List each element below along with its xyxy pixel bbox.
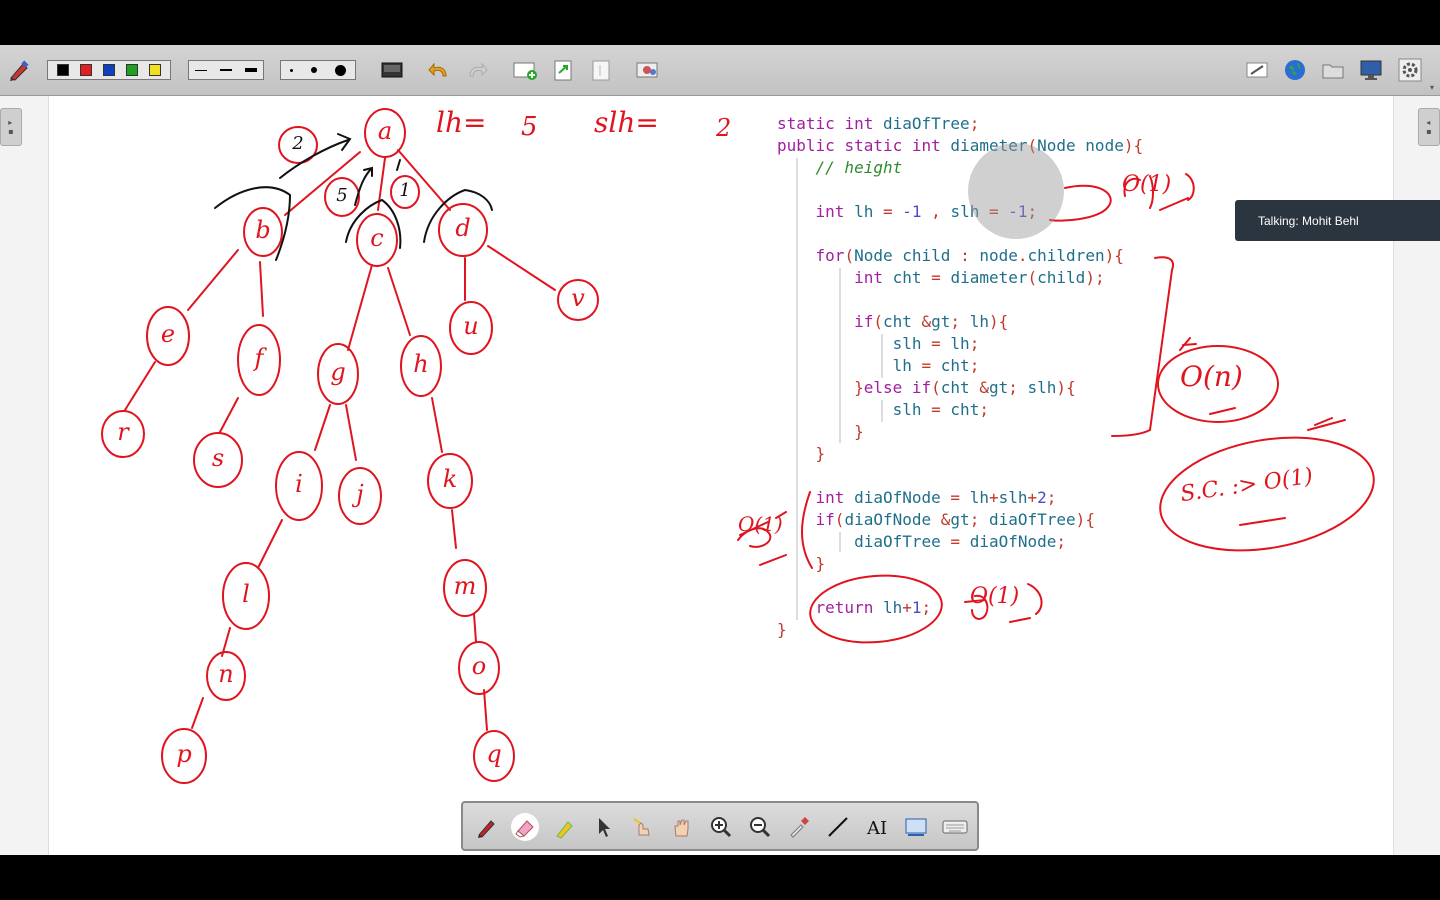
o1-annotation-left: O(1) <box>738 512 783 536</box>
lh-label: lh= <box>436 106 487 139</box>
tree-node-i: i <box>295 470 303 498</box>
tree-node-n: n <box>218 660 234 688</box>
tree-node-c: c <box>370 224 384 252</box>
code-line: // height <box>777 158 903 177</box>
hand-icon[interactable] <box>668 813 696 841</box>
highlighter-icon[interactable] <box>551 813 579 841</box>
bottom-black-bar <box>0 855 1440 900</box>
tree-edge-label: 1 <box>399 180 411 201</box>
eraser-icon[interactable] <box>511 813 539 841</box>
tree-node-g: g <box>330 358 346 386</box>
code-line: lh = cht; <box>892 356 980 375</box>
tree-node-q: q <box>486 740 502 768</box>
code-line: }else if(cht &gt; slh){ <box>854 378 1076 397</box>
slh-value: 2 <box>716 114 732 142</box>
zoom-out-icon[interactable] <box>746 813 774 841</box>
code-line: return lh+1; <box>815 598 932 617</box>
cursor-spotlight <box>968 143 1064 239</box>
code-line: static int diaOfTree; <box>777 114 980 133</box>
tree-node-v: v <box>571 284 585 312</box>
code-line: for(Node child : node.children){ <box>815 246 1124 265</box>
code-line: diaOfTree = diaOfNode; <box>854 532 1067 551</box>
slh-label: slh= <box>594 106 659 139</box>
code-line: int lh = -1 , slh = -1; <box>815 202 1038 221</box>
eyedropper-icon[interactable] <box>785 813 813 841</box>
tree-node-u: u <box>463 312 479 340</box>
text-icon[interactable]: AI <box>863 813 891 841</box>
code-line: int cht = diameter(child); <box>854 268 1105 287</box>
o1-annotation-top: O(1) <box>1122 172 1172 197</box>
code-line: if(cht &gt; lh){ <box>854 312 1009 331</box>
lh-value: 5 <box>521 112 538 142</box>
tree-node-r: r <box>117 418 129 446</box>
zoom-in-icon[interactable] <box>707 813 735 841</box>
line-icon[interactable] <box>824 813 852 841</box>
svg-text:AI: AI <box>866 818 887 839</box>
code-line: int diaOfNode = lh+slh+2; <box>815 488 1057 507</box>
tree-node-m: m <box>453 572 477 600</box>
code-line: } <box>777 620 787 639</box>
tree-node-o: o <box>471 652 487 680</box>
pointer-icon[interactable] <box>590 813 618 841</box>
tree-edge-label: 5 <box>336 185 348 206</box>
tree-node-e: e <box>160 320 176 348</box>
code-line: slh = cht; <box>892 400 989 419</box>
tree-node-a: a <box>377 117 393 145</box>
o1-annotation-return: O(1) <box>970 584 1020 609</box>
tree-node-h: h <box>413 350 429 378</box>
tree-node-k: k <box>442 465 458 493</box>
tree-node-p: p <box>176 740 192 768</box>
spotlight-icon[interactable] <box>629 813 657 841</box>
tree-node-f: f <box>254 344 264 372</box>
code-line: slh = lh; <box>892 334 980 353</box>
screenshot-icon[interactable] <box>902 813 930 841</box>
talking-indicator: Talking: Mohit Behl <box>1235 200 1440 241</box>
keyboard-icon[interactable] <box>941 813 969 841</box>
code-line: } <box>854 422 864 441</box>
tree-node-d: d <box>455 214 471 242</box>
code-block: static int diaOfTree; public static int d… <box>777 113 1143 641</box>
bottom-toolbar: AI <box>461 801 979 851</box>
on-annotation: O(n) <box>1180 360 1243 393</box>
code-line: public static int diameter(Node node){ <box>777 136 1144 155</box>
tree-edge-label: 2 <box>292 133 304 154</box>
code-line: } <box>815 554 826 573</box>
tree-node-j: j <box>356 480 364 508</box>
tree-node-b: b <box>255 216 271 244</box>
tree-node-l: l <box>242 580 250 608</box>
code-line: } <box>815 444 826 463</box>
tree-node-s: s <box>211 444 225 472</box>
code-line: if(diaOfNode &gt; diaOfTree){ <box>815 510 1095 529</box>
pen-icon[interactable] <box>473 813 501 841</box>
